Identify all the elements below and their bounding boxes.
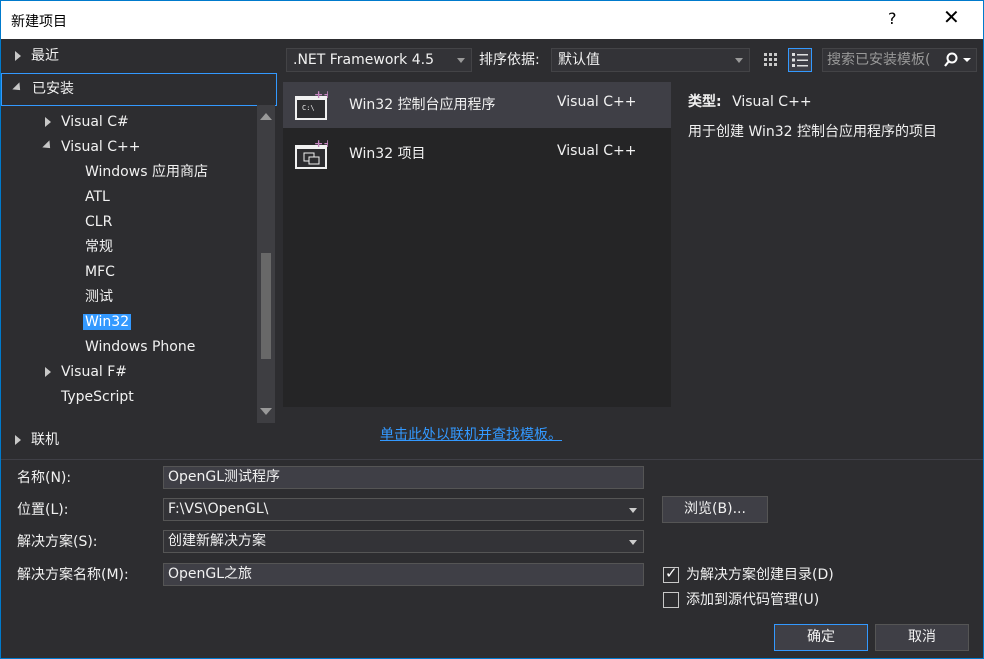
add-source-control-checkbox[interactable] bbox=[663, 592, 679, 608]
template-lang: Visual C++ bbox=[557, 94, 637, 110]
tree-item-test[interactable]: 测试 bbox=[85, 285, 113, 309]
svg-text:++: ++ bbox=[314, 137, 328, 150]
title-bar: 新建项目 ? ✕ bbox=[1, 1, 983, 39]
tree-item-installed[interactable]: 已安装 bbox=[1, 73, 277, 106]
template-lang: Visual C++ bbox=[557, 143, 637, 159]
search-button[interactable] bbox=[938, 49, 976, 71]
list-item[interactable]: ++ Win32 项目 Visual C++ bbox=[283, 131, 671, 177]
project-form: 名称(N): OpenGL测试程序 位置(L): F:\VS\OpenGL\ 浏… bbox=[1, 459, 983, 658]
collapse-arrow-icon[interactable] bbox=[12, 82, 24, 94]
tree-item-windows-phone[interactable]: Windows Phone bbox=[85, 335, 195, 359]
scrollbar-thumb[interactable] bbox=[261, 253, 271, 359]
name-label: 名称(N): bbox=[17, 470, 72, 486]
console-app-icon: C:\ ++ bbox=[295, 88, 328, 120]
collapse-arrow-icon[interactable] bbox=[42, 140, 54, 152]
template-description: 类型: Visual C++ 用于创建 Win32 控制台应用程序的项目 bbox=[688, 90, 968, 144]
create-directory-label: 为解决方案创建目录(D) bbox=[686, 567, 834, 583]
svg-text:C:\: C:\ bbox=[302, 104, 315, 112]
tree-item-atl[interactable]: ATL bbox=[85, 185, 110, 209]
sort-select[interactable]: 默认值 bbox=[551, 48, 750, 72]
search-icon bbox=[944, 52, 971, 67]
template-list: C:\ ++ Win32 控制台应用程序 Visual C++ ++ Win32… bbox=[283, 82, 671, 407]
chevron-down-icon bbox=[735, 58, 743, 63]
type-value: Visual C++ bbox=[732, 94, 812, 110]
chevron-down-icon bbox=[457, 58, 465, 63]
search-input[interactable]: 搜索已安装模板( bbox=[822, 48, 977, 72]
add-source-control-label: 添加到源代码管理(U) bbox=[686, 592, 820, 608]
solution-name-input[interactable]: OpenGL之旅 bbox=[163, 563, 644, 586]
solution-select[interactable]: 创建新解决方案 bbox=[163, 530, 644, 553]
expand-arrow-icon[interactable] bbox=[15, 435, 21, 445]
help-button[interactable]: ? bbox=[888, 9, 897, 28]
dialog-title: 新建项目 bbox=[11, 14, 67, 30]
expand-arrow-icon[interactable] bbox=[15, 51, 21, 61]
tree-scrollbar[interactable] bbox=[257, 105, 275, 423]
browse-button[interactable]: 浏览(B)... bbox=[662, 496, 768, 523]
sort-label: 排序依据: bbox=[479, 52, 540, 68]
create-directory-checkbox[interactable]: ✓ bbox=[663, 564, 679, 583]
framework-select[interactable]: .NET Framework 4.5 bbox=[286, 48, 472, 72]
chevron-down-icon bbox=[629, 540, 637, 545]
solution-label: 解决方案(S): bbox=[17, 534, 98, 550]
checkmark-icon: ✓ bbox=[665, 564, 678, 582]
type-label: 类型: bbox=[688, 94, 722, 110]
close-icon[interactable]: ✕ bbox=[943, 7, 960, 27]
template-tree: 最近 已安装 Visual C# Visual C++ Windows 应用商店… bbox=[1, 39, 277, 459]
grid-view-icon bbox=[764, 53, 777, 66]
tree-item-typescript[interactable]: TypeScript bbox=[61, 385, 134, 409]
online-templates-link[interactable]: 单击此处以联机并查找模板。 bbox=[380, 424, 562, 444]
template-name: Win32 项目 bbox=[349, 146, 426, 162]
tree-item-win32[interactable]: Win32 bbox=[83, 310, 132, 334]
list-view-button[interactable] bbox=[788, 48, 812, 72]
location-label: 位置(L): bbox=[17, 502, 69, 518]
project-name-input[interactable]: OpenGL测试程序 bbox=[163, 466, 644, 489]
cancel-button[interactable]: 取消 bbox=[875, 624, 969, 651]
tree-item-windows-store[interactable]: Windows 应用商店 bbox=[85, 160, 208, 184]
win32-project-icon: ++ bbox=[295, 137, 328, 169]
chevron-down-icon bbox=[629, 508, 637, 513]
scroll-down-icon[interactable] bbox=[260, 408, 272, 415]
template-name: Win32 控制台应用程序 bbox=[349, 97, 496, 113]
new-project-dialog: 新建项目 ? ✕ 最近 已安装 Visual C# Visual C++ Win… bbox=[0, 0, 984, 659]
list-item[interactable]: C:\ ++ Win32 控制台应用程序 Visual C++ bbox=[283, 82, 671, 128]
tree-item-general[interactable]: 常规 bbox=[85, 235, 113, 259]
small-icons-view-button[interactable] bbox=[760, 48, 784, 72]
list-view-icon bbox=[792, 53, 808, 67]
location-select[interactable]: F:\VS\OpenGL\ bbox=[163, 498, 644, 521]
ok-button[interactable]: 确定 bbox=[774, 624, 868, 651]
scroll-up-icon[interactable] bbox=[260, 113, 272, 120]
tree-item-clr[interactable]: CLR bbox=[85, 210, 112, 234]
description-text: 用于创建 Win32 控制台应用程序的项目 bbox=[688, 124, 938, 140]
solution-name-label: 解决方案名称(M): bbox=[17, 567, 129, 583]
svg-text:++: ++ bbox=[314, 88, 328, 101]
expand-arrow-icon[interactable] bbox=[45, 367, 51, 377]
tree-item-mfc[interactable]: MFC bbox=[85, 260, 115, 284]
expand-arrow-icon[interactable] bbox=[45, 117, 51, 127]
